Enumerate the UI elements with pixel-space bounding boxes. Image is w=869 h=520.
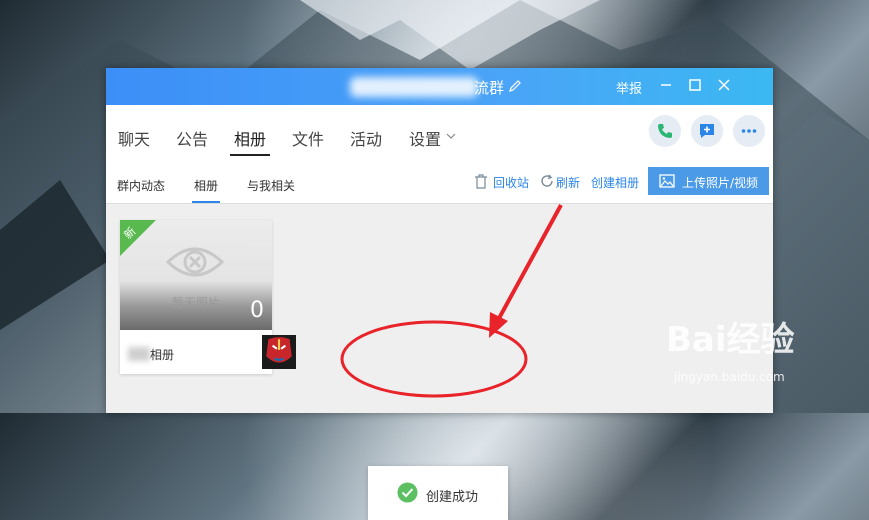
- edit-pencil-icon[interactable]: [508, 79, 522, 93]
- maximize-icon[interactable]: [687, 77, 703, 93]
- title-redacted: [350, 77, 478, 97]
- tab-album[interactable]: 相册: [234, 126, 266, 150]
- minimize-icon[interactable]: [658, 77, 674, 93]
- message-plus-icon: [700, 124, 714, 138]
- image-upload-icon: [659, 174, 675, 188]
- success-toast: 创建成功: [368, 466, 508, 520]
- more-button[interactable]: [733, 115, 765, 147]
- photo-count: 0: [250, 298, 264, 323]
- subtab-group-feed[interactable]: 群内动态: [117, 177, 165, 194]
- window-title: 流群: [474, 79, 505, 97]
- report-link[interactable]: 举报: [616, 78, 642, 97]
- success-check-icon: [397, 482, 418, 503]
- create-album-link[interactable]: 创建相册: [591, 174, 639, 191]
- trash-icon[interactable]: [474, 174, 488, 189]
- phone-icon: [658, 124, 672, 138]
- tab-activity[interactable]: 活动: [350, 126, 382, 150]
- album-sub-tab-bar: 群内动态 相册 与我相关 回收站 刷新 创建相册 上传照片/视频: [106, 157, 773, 204]
- new-badge: 新: [120, 220, 156, 256]
- upload-button-label: 上传照片/视频: [682, 176, 759, 190]
- more-dots-icon: [741, 129, 757, 133]
- close-icon[interactable]: [716, 77, 732, 93]
- watermark-brand: Bai经验: [666, 320, 795, 360]
- album-name: 相册: [150, 348, 175, 362]
- tab-settings[interactable]: 设置: [409, 126, 441, 150]
- album-card[interactable]: 暂无照片 0 新 相册: [120, 220, 296, 374]
- subtab-related-to-me[interactable]: 与我相关: [247, 177, 295, 194]
- qq-group-window: 流群 举报 聊天 公告 相册 文件 活动 设置 群内动态 相册 与我相关 回收站…: [106, 68, 773, 520]
- active-tab-indicator: [230, 154, 270, 156]
- add-message-button[interactable]: [691, 115, 723, 147]
- tab-notice[interactable]: 公告: [176, 126, 208, 150]
- watermark-url: jingyan.baidu.com: [674, 370, 785, 384]
- tab-files[interactable]: 文件: [292, 126, 324, 150]
- toast-message: 创建成功: [426, 490, 479, 505]
- title-bar: 流群 举报: [106, 68, 773, 105]
- call-button[interactable]: [649, 115, 681, 147]
- main-tab-bar: 聊天 公告 相册 文件 活动 设置: [106, 105, 773, 158]
- subtab-album[interactable]: 相册: [194, 177, 218, 194]
- refresh-link[interactable]: 刷新: [556, 174, 580, 191]
- active-subtab-indicator: [192, 201, 220, 203]
- recycle-bin-link[interactable]: 回收站: [493, 174, 529, 191]
- album-list-area: 暂无照片 0 新 相册 创建成功: [106, 204, 773, 520]
- album-name-redacted: [128, 347, 150, 361]
- eye-hidden-icon: [166, 247, 224, 277]
- refresh-icon[interactable]: [540, 174, 554, 188]
- tab-chat[interactable]: 聊天: [118, 126, 150, 150]
- upload-photo-video-button[interactable]: 上传照片/视频: [648, 167, 769, 195]
- chevron-down-icon[interactable]: [446, 132, 456, 140]
- creator-avatar: [262, 335, 296, 369]
